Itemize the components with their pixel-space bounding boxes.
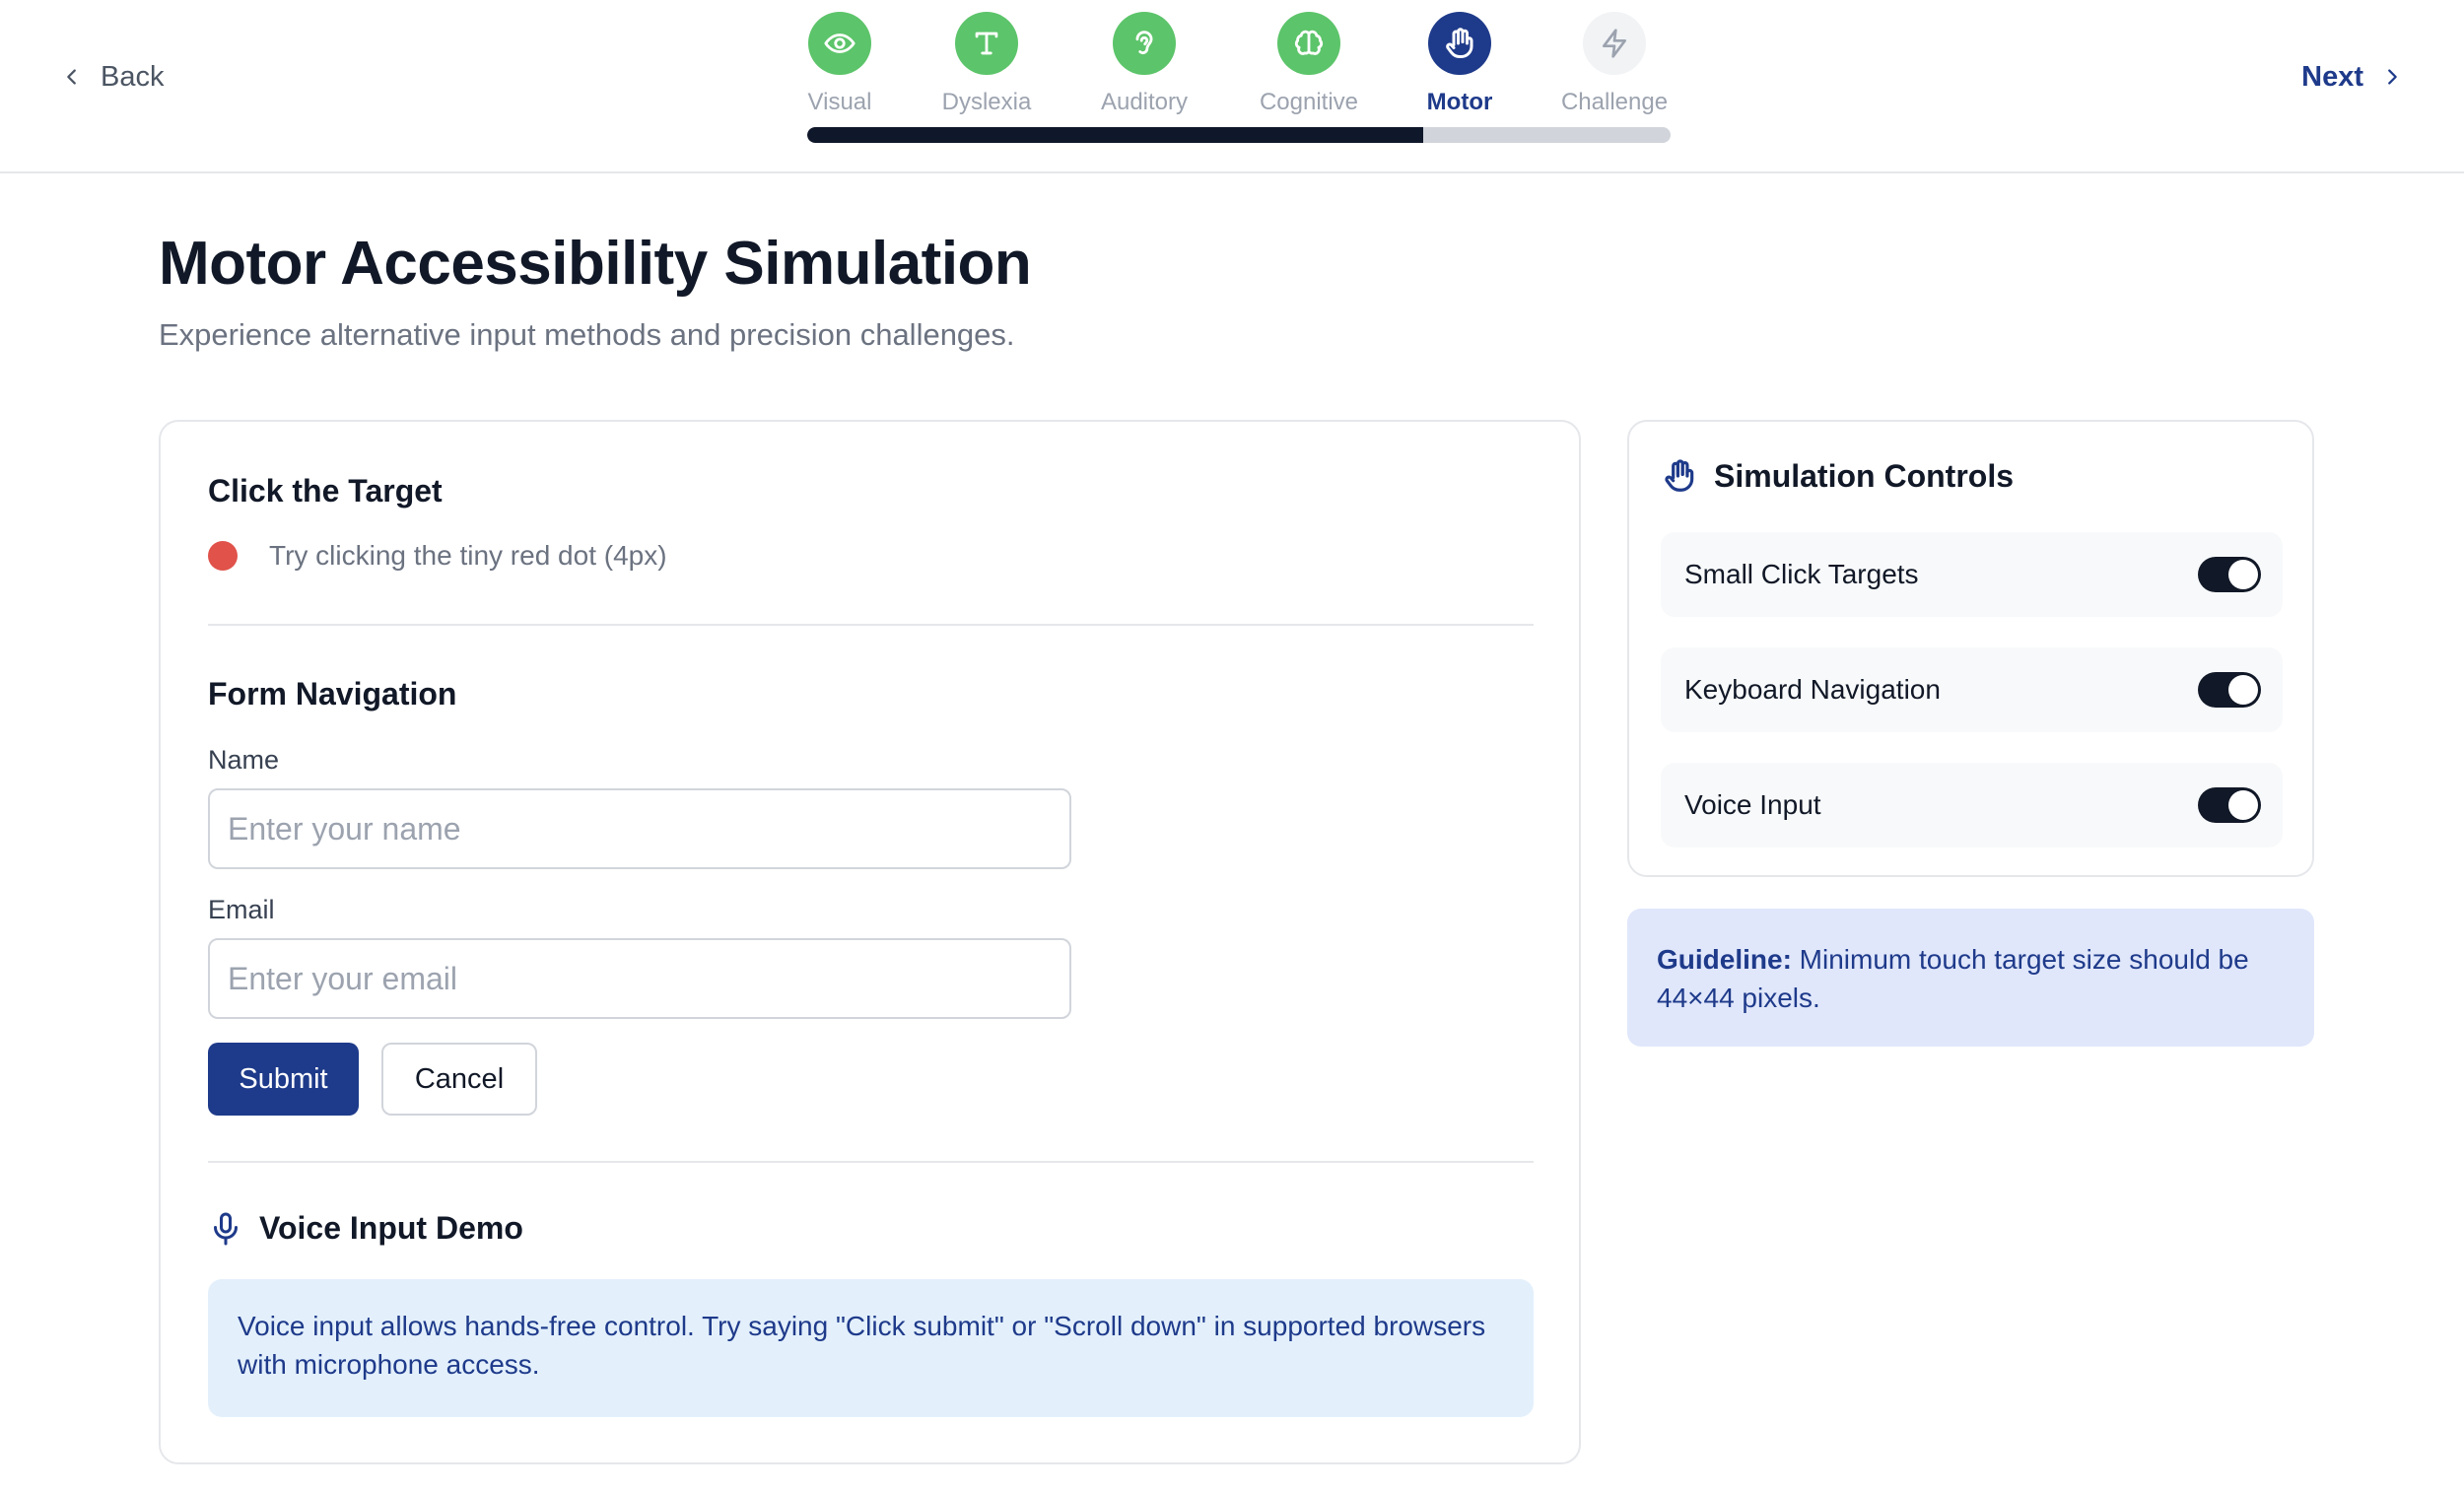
name-input[interactable] xyxy=(208,788,1071,869)
cancel-button[interactable]: Cancel xyxy=(381,1043,537,1116)
step-cognitive-circle xyxy=(1277,12,1340,75)
email-field-label: Email xyxy=(208,895,275,924)
section-divider xyxy=(208,624,1534,626)
step-auditory-circle xyxy=(1113,12,1176,75)
hand-icon xyxy=(1665,459,1694,492)
voice-demo-header: Voice Input Demo xyxy=(208,1210,523,1247)
back-button[interactable]: Back xyxy=(61,55,164,99)
toggle-row-keyboard-navigation[interactable]: Keyboard Navigation xyxy=(1661,647,2283,732)
toggle-row-small-click-targets[interactable]: Small Click Targets xyxy=(1661,532,2283,617)
small-click-targets-switch[interactable] xyxy=(2198,557,2261,592)
voice-demo-title: Voice Input Demo xyxy=(259,1210,523,1246)
simulation-controls-panel: Simulation Controls Small Click Targets … xyxy=(1627,420,2314,877)
guideline-callout: Guideline: Minimum touch target size sho… xyxy=(1627,909,2314,1047)
back-label: Back xyxy=(101,60,165,93)
step-motor-label: Motor xyxy=(1426,89,1493,115)
click-target-row: Try clicking the tiny red dot (4px) xyxy=(208,540,667,572)
voice-demo-info: Voice input allows hands-free control. T… xyxy=(208,1279,1534,1417)
form-navigation-title: Form Navigation xyxy=(208,676,457,712)
voice-input-switch[interactable] xyxy=(2198,787,2261,823)
microphone-icon xyxy=(214,1212,238,1245)
name-field-label: Name xyxy=(208,745,280,775)
simulation-controls-title: Simulation Controls xyxy=(1714,457,2014,494)
step-challenge-label: Challenge xyxy=(1560,89,1669,115)
step-dyslexia[interactable]: Dyslexia xyxy=(908,12,1065,116)
step-motor[interactable]: Motor xyxy=(1381,12,1539,116)
ear-icon xyxy=(1135,31,1153,54)
step-indicator: Visual Dyslexia Auditory Cognitive Motor xyxy=(807,12,1671,120)
step-visual-circle xyxy=(808,12,871,75)
switch-knob xyxy=(2228,560,2258,589)
toggle-label: Keyboard Navigation xyxy=(1684,674,1941,705)
switch-knob xyxy=(2228,790,2258,820)
section-divider xyxy=(208,1161,1534,1163)
step-auditory-label: Auditory xyxy=(1100,89,1189,115)
email-input[interactable] xyxy=(208,938,1071,1019)
click-target-hint: Try clicking the tiny red dot (4px) xyxy=(269,540,667,571)
chevron-right-icon xyxy=(2388,69,2397,85)
chevron-left-icon xyxy=(67,69,76,85)
hand-icon xyxy=(1446,28,1473,58)
keyboard-navigation-switch[interactable] xyxy=(2198,672,2261,708)
step-cognitive-label: Cognitive xyxy=(1259,89,1359,115)
step-auditory[interactable]: Auditory xyxy=(1065,12,1223,116)
next-label: Next xyxy=(2301,60,2363,93)
step-visual[interactable]: Visual xyxy=(761,12,919,116)
click-target-title: Click the Target xyxy=(208,473,443,509)
step-dyslexia-circle xyxy=(955,12,1018,75)
lightning-icon xyxy=(1603,29,1626,58)
simulation-controls-header: Simulation Controls xyxy=(1661,457,2014,495)
page-subtitle: Experience alternative input methods and… xyxy=(159,317,1015,352)
step-motor-circle xyxy=(1428,12,1491,75)
toggle-row-voice-input[interactable]: Voice Input xyxy=(1661,763,2283,848)
step-challenge[interactable]: Challenge xyxy=(1536,12,1693,116)
progress-bar-fill xyxy=(807,127,1424,143)
toggle-label: Small Click Targets xyxy=(1684,559,1919,589)
brain-icon xyxy=(1294,30,1324,55)
red-target-dot[interactable] xyxy=(208,541,238,571)
submit-button[interactable]: Submit xyxy=(208,1043,359,1116)
next-button[interactable]: Next xyxy=(2301,55,2403,99)
guideline-label: Guideline: xyxy=(1657,944,1792,975)
switch-knob xyxy=(2228,675,2258,705)
step-visual-label: Visual xyxy=(807,89,872,115)
step-dyslexia-label: Dyslexia xyxy=(941,89,1032,115)
top-navigation: Back Visual Dyslexia Auditory Cognitive xyxy=(0,0,2464,173)
eye-icon xyxy=(824,34,856,53)
letter-t-icon xyxy=(975,32,998,55)
toggle-label: Voice Input xyxy=(1684,789,1821,820)
page-title: Motor Accessibility Simulation xyxy=(159,230,1032,298)
step-challenge-circle xyxy=(1583,12,1646,75)
progress-bar xyxy=(807,127,1671,143)
simulation-card: Click the Target Try clicking the tiny r… xyxy=(159,420,1581,1464)
step-cognitive[interactable]: Cognitive xyxy=(1230,12,1388,116)
